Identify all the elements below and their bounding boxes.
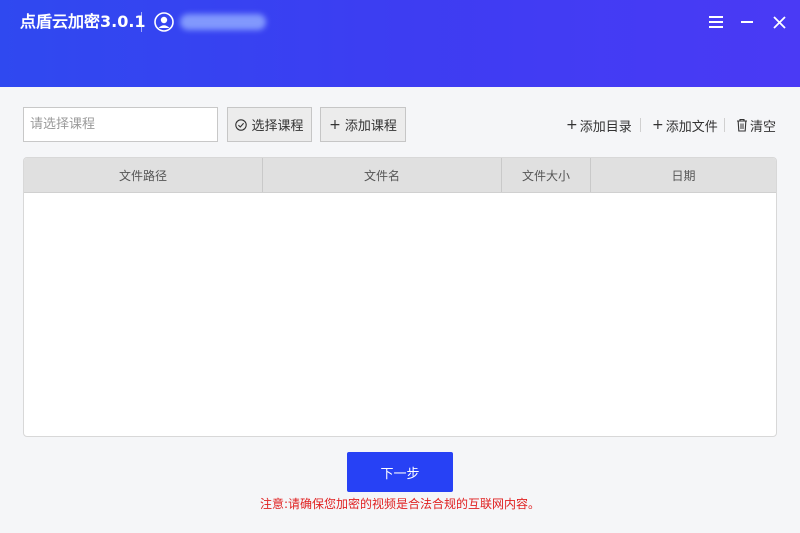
close-icon[interactable]	[769, 12, 789, 32]
clear-button[interactable]: 清空	[736, 116, 777, 135]
clear-label: 清空	[750, 119, 777, 135]
add-directory-button[interactable]: + 添加目录	[566, 116, 632, 135]
column-header-name[interactable]: 文件名	[263, 158, 502, 192]
column-header-size[interactable]: 文件大小	[502, 158, 591, 192]
title-bar: 点盾云加密3.0.1	[0, 0, 800, 87]
column-header-date[interactable]: 日期	[591, 158, 776, 192]
add-course-label: 添加课程	[344, 119, 397, 134]
add-file-button[interactable]: + 添加文件	[652, 116, 718, 135]
table-header: 文件路径 文件名 文件大小 日期	[24, 158, 776, 193]
hamburger-menu-icon[interactable]	[706, 12, 726, 32]
title-divider	[141, 12, 142, 32]
add-file-label: 添加文件	[665, 119, 718, 135]
username-redacted	[180, 14, 266, 30]
add-directory-label: 添加目录	[579, 119, 632, 135]
plus-icon: +	[566, 117, 578, 133]
check-circle-icon	[235, 118, 248, 131]
select-course-button[interactable]: 选择课程	[227, 107, 312, 142]
legal-notice: 注意:请确保您加密的视频是合法合规的互联网内容。	[259, 497, 541, 511]
app-title: 点盾云加密3.0.1	[20, 12, 146, 31]
add-course-button[interactable]: + 添加课程	[320, 107, 406, 142]
file-table: 文件路径 文件名 文件大小 日期	[23, 157, 777, 437]
plus-icon: +	[652, 117, 664, 133]
column-header-path[interactable]: 文件路径	[24, 158, 263, 192]
toolbar-separator	[724, 118, 725, 132]
trash-icon	[737, 118, 747, 132]
plus-icon: +	[329, 116, 341, 133]
user-avatar-icon[interactable]	[154, 12, 174, 32]
table-body	[24, 193, 776, 436]
course-select-input[interactable]	[23, 107, 218, 142]
toolbar-separator	[640, 118, 641, 132]
select-course-label: 选择课程	[251, 119, 304, 134]
next-step-button[interactable]: 下一步	[347, 452, 453, 492]
minimize-icon[interactable]	[737, 12, 757, 32]
